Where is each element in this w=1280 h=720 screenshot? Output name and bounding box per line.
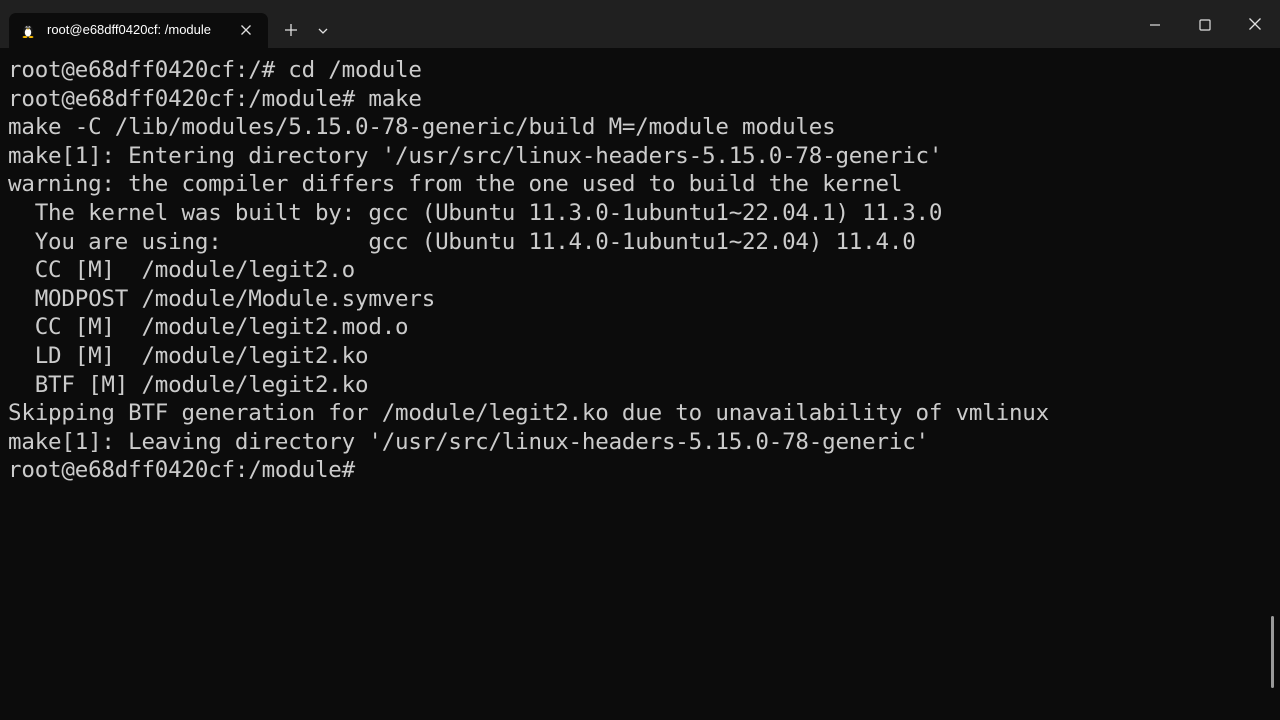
title-bar[interactable]: root@e68dff0420cf: /module [0,0,1280,48]
terminal-line: BTF [M] /module/legit2.ko [8,371,369,398]
minimize-button[interactable] [1139,10,1171,40]
terminal-line: MODPOST /module/Module.symvers [8,285,436,312]
terminal-line: make[1]: Leaving directory '/usr/src/lin… [8,428,929,455]
minimize-icon [1149,16,1161,35]
scrollbar-thumb[interactable] [1271,616,1274,688]
chevron-down-icon [317,22,329,41]
terminal-line: LD [M] /module/legit2.ko [8,342,369,369]
tab-title: root@e68dff0420cf: /module [47,22,212,37]
close-icon [1248,16,1262,35]
plus-icon [284,22,298,41]
close-tab-icon[interactable] [238,22,254,38]
vertical-scrollbar[interactable] [1266,48,1280,720]
profile-dropdown-button[interactable] [313,20,333,42]
tab-active[interactable]: root@e68dff0420cf: /module [9,13,268,48]
terminal-output[interactable]: root@e68dff0420cf:/# cd /module root@e68… [0,48,1266,720]
terminal-prompt-line: root@e68dff0420cf:/module# [8,457,355,484]
terminal-line: Skipping BTF generation for /module/legi… [8,400,1049,427]
close-window-button[interactable] [1239,10,1271,40]
terminal-line: warning: the compiler differs from the o… [8,171,903,198]
linux-penguin-icon [20,22,36,38]
maximize-icon [1199,16,1211,35]
terminal-line: root@e68dff0420cf:/# cd /module [8,57,422,83]
terminal-line: You are using: gcc (Ubuntu 11.4.0-1ubunt… [8,228,916,255]
terminal-line: root@e68dff0420cf:/module# make [8,85,422,112]
terminal-line: CC [M] /module/legit2.o [8,257,356,284]
new-tab-button[interactable] [280,20,302,42]
terminal-lines: root@e68dff0420cf:/# cd /module root@e68… [8,56,1049,485]
maximize-button[interactable] [1189,10,1221,40]
terminal-line: The kernel was built by: gcc (Ubuntu 11.… [8,199,943,226]
terminal-line: make[1]: Entering directory '/usr/src/li… [8,142,943,169]
terminal-window: root@e68dff0420cf: /module root@e68dff04… [0,0,1280,720]
terminal-line: make -C /lib/modules/5.15.0-78-generic/b… [8,114,836,141]
terminal-line: CC [M] /module/legit2.mod.o [8,314,409,341]
